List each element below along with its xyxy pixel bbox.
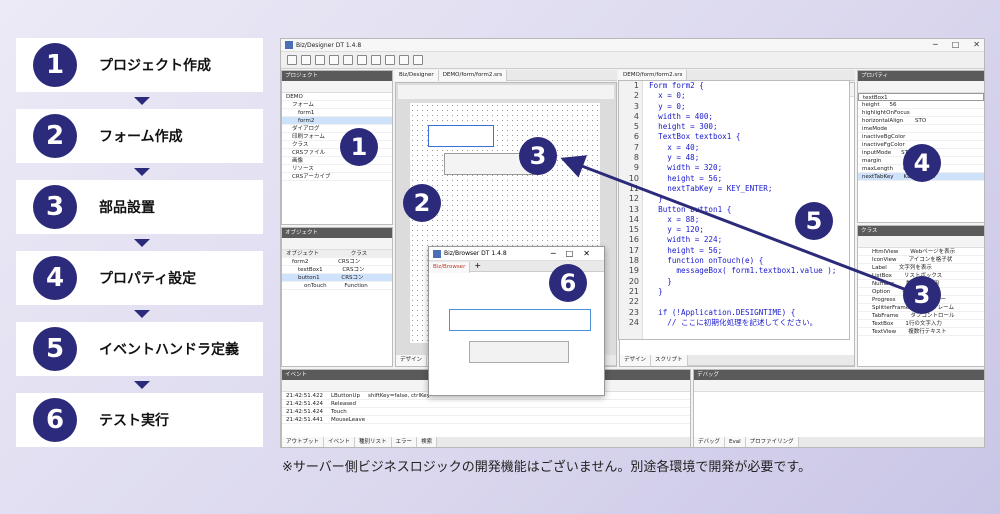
badge-3-properties: 3 <box>903 276 941 314</box>
test-textbox[interactable] <box>449 309 591 331</box>
badge-5: 5 <box>795 202 833 240</box>
dialog-window-controls[interactable]: ─□✕ <box>551 249 600 258</box>
dialog-title: Biz/Browser DT 1.4.8 <box>444 250 507 257</box>
badge-2: 2 <box>403 184 441 222</box>
app-icon <box>433 249 441 258</box>
add-tab-icon[interactable]: + <box>470 261 481 270</box>
badge-1: 1 <box>340 128 378 166</box>
tab-browser[interactable]: Biz/Browser <box>429 262 471 273</box>
badge-3: 3 <box>519 137 557 175</box>
badge-6: 6 <box>549 264 587 302</box>
arrow-line <box>560 155 913 294</box>
test-button[interactable] <box>469 341 569 363</box>
dialog-titlebar: Biz/Browser DT 1.4.8 ─□✕ <box>429 247 604 261</box>
badge-4: 4 <box>903 144 941 182</box>
